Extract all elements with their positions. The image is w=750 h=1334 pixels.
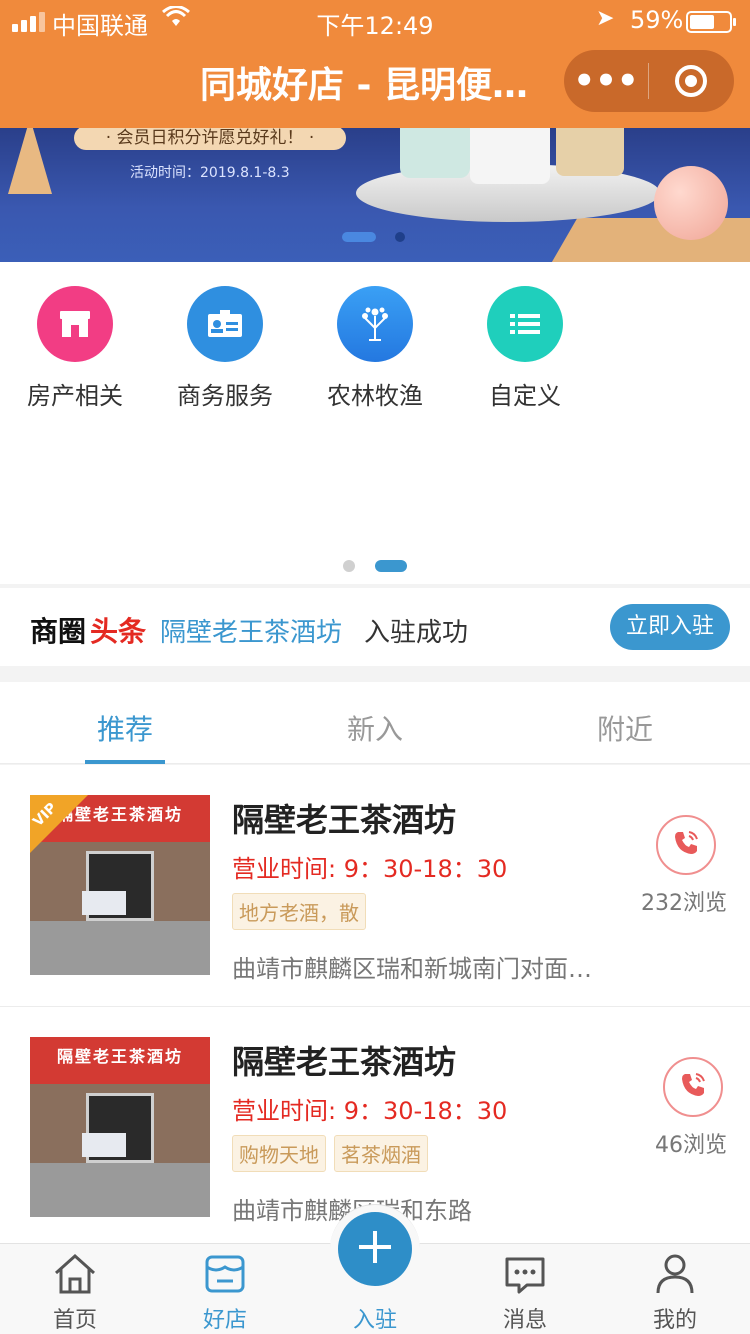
shop-table xyxy=(82,1133,126,1157)
shop-tag: 地方老酒，散 xyxy=(232,893,366,930)
headline-shop-link[interactable]: 隔壁老王茶酒坊 xyxy=(160,612,342,649)
join-now-button[interactable]: 立即入驻 xyxy=(610,604,730,650)
id-card-icon xyxy=(187,286,263,362)
category-label: 商务服务 xyxy=(177,382,273,410)
banner-page-dot-active[interactable] xyxy=(342,232,376,242)
tab-new[interactable]: 新入 xyxy=(250,708,500,748)
call-button[interactable] xyxy=(656,815,716,875)
banner-page-dot[interactable] xyxy=(395,232,405,242)
top-bar: 中国联通 下午12:49 ➤ 59% 同城好店 - 昆明便… ••• xyxy=(0,0,750,128)
ball-decoration xyxy=(654,166,728,240)
tabbar-label: 消息 xyxy=(502,1308,547,1333)
view-count: 46浏览 xyxy=(655,1133,727,1158)
tab-recommended[interactable]: 推荐 xyxy=(0,708,250,748)
tabbar-mine[interactable]: 我的 xyxy=(600,1250,750,1334)
tabbar-label: 我的 xyxy=(652,1308,697,1333)
battery-percent: 59% xyxy=(630,6,684,34)
miniprogram-capsule: ••• xyxy=(564,50,734,112)
battery-icon xyxy=(686,11,736,33)
bottom-tab-bar: 首页 好店 入驻 消息 我的 xyxy=(0,1204,750,1334)
shop-icon xyxy=(37,286,113,362)
list-icon xyxy=(487,286,563,362)
headline-prefix-black: 商圈 xyxy=(30,615,87,648)
tabbar-shops[interactable]: 好店 xyxy=(150,1250,300,1334)
promo-banner[interactable]: · 会员日积分许愿兑好礼！ · 活动时间：2019.8.1-8.3 xyxy=(0,128,750,262)
category-item-real-estate[interactable]: 房产相关 xyxy=(0,286,150,411)
target-icon xyxy=(675,65,707,97)
phone-icon xyxy=(671,828,701,862)
shop-hours: 营业时间: 9：30-18：30 xyxy=(232,1097,508,1125)
product-bottle xyxy=(556,128,624,176)
join-plus-button[interactable] xyxy=(338,1212,412,1286)
page-title: 同城好店 - 昆明便… xyxy=(200,65,529,106)
list-item[interactable]: 隔壁老王茶酒坊 VIP 隔壁老王茶酒坊 营业时间: 9：30-18：30 地方老… xyxy=(0,765,750,1007)
tabbar-label: 首页 xyxy=(52,1308,97,1333)
shop-tag: 购物天地 xyxy=(232,1135,326,1172)
cone-decoration xyxy=(8,128,52,194)
shop-photo: 隔壁老王茶酒坊 xyxy=(30,1037,210,1217)
headline-prefix-red: 头条 xyxy=(90,615,147,648)
shop-tag: 茗茶烟酒 xyxy=(334,1135,428,1172)
shop-name: 隔壁老王茶酒坊 xyxy=(232,1043,457,1081)
shop-list: 隔壁老王茶酒坊 VIP 隔壁老王茶酒坊 营业时间: 9：30-18：30 地方老… xyxy=(0,765,750,1243)
category-page-dot-active[interactable] xyxy=(375,560,407,572)
plus-icon xyxy=(355,1227,395,1271)
shop-hours: 营业时间: 9：30-18：30 xyxy=(232,855,508,883)
chat-bubble-icon xyxy=(450,1250,600,1298)
category-item-agriculture[interactable]: 农林牧渔 xyxy=(300,286,450,411)
more-options-button[interactable]: ••• xyxy=(564,50,648,112)
category-label: 农林牧渔 xyxy=(327,382,423,410)
category-page-dot[interactable] xyxy=(343,560,355,572)
call-button[interactable] xyxy=(663,1057,723,1117)
shop-table xyxy=(82,891,126,915)
tab-nearby[interactable]: 附近 xyxy=(500,708,750,748)
view-count: 232浏览 xyxy=(641,891,727,916)
shop-tags: 地方老酒，散 xyxy=(232,893,366,930)
tabbar-label: 好店 xyxy=(202,1308,247,1333)
tabbar-messages[interactable]: 消息 xyxy=(450,1250,600,1334)
status-bar: 中国联通 下午12:49 ➤ 59% xyxy=(0,0,750,40)
product-bottle xyxy=(470,128,550,184)
news-ticker: 商圈 头条 隔壁老王茶酒坊 入驻成功 立即入驻 xyxy=(0,588,750,666)
storefront-icon xyxy=(150,1250,300,1298)
category-grid: 房产相关 商务服务 农林牧渔 自定义 xyxy=(0,262,750,584)
banner-promo-text: · 会员日积分许愿兑好礼！ · xyxy=(74,128,346,150)
tabbar-label: 入驻 xyxy=(352,1308,397,1333)
location-arrow-icon: ➤ xyxy=(596,6,615,31)
phone-icon xyxy=(678,1070,708,1104)
shop-address: 曲靖市麒麟区瑞和东路 xyxy=(232,1191,632,1226)
tree-icon xyxy=(337,286,413,362)
user-icon xyxy=(600,1250,750,1298)
active-tab-indicator xyxy=(85,760,165,764)
tabbar-home[interactable]: 首页 xyxy=(0,1250,150,1334)
close-miniprogram-button[interactable] xyxy=(649,65,733,97)
shop-sign-text: 隔壁老王茶酒坊 xyxy=(56,1047,183,1066)
category-item-business[interactable]: 商务服务 xyxy=(150,286,300,411)
shop-address: 曲靖市麒麟区瑞和新城南门对面… xyxy=(232,955,592,983)
category-label: 自定义 xyxy=(489,382,561,410)
product-bottle xyxy=(400,128,470,178)
shop-name: 隔壁老王茶酒坊 xyxy=(232,801,457,839)
shop-tags: 购物天地 茗茶烟酒 xyxy=(232,1135,428,1172)
listing-tabs: 推荐 新入 附近 xyxy=(0,682,750,764)
category-item-custom[interactable]: 自定义 xyxy=(450,286,600,411)
category-label: 房产相关 xyxy=(27,382,123,410)
headline-message: 入驻成功 xyxy=(364,618,469,648)
banner-activity-date: 活动时间：2019.8.1-8.3 xyxy=(130,165,290,181)
home-icon xyxy=(0,1250,150,1298)
